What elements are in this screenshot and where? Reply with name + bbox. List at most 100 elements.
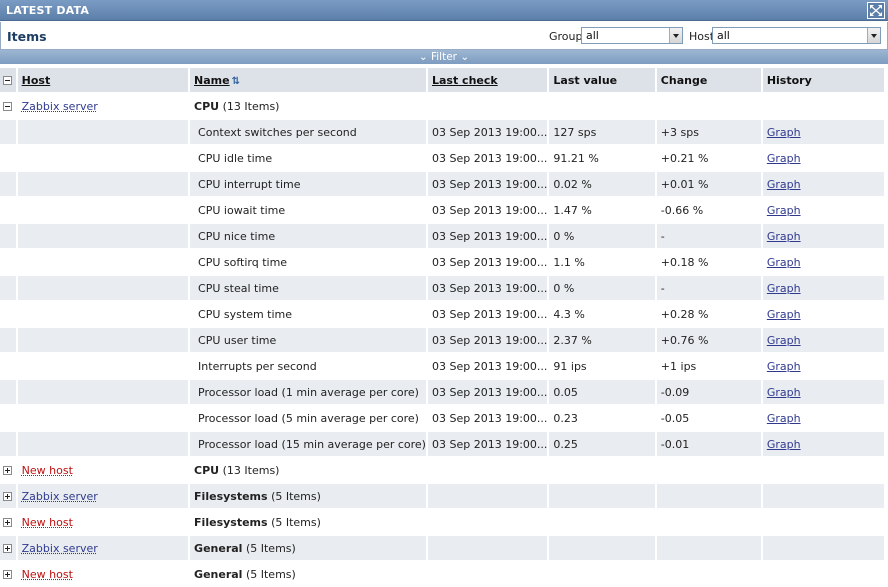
table-row: Context switches per second 03 Sep 2013 1… xyxy=(0,120,884,144)
last-value: 127 sps xyxy=(549,120,655,144)
group-select[interactable]: all xyxy=(581,27,683,44)
empty-cell xyxy=(656,510,761,534)
sort-host-link[interactable]: Host xyxy=(22,74,51,87)
row-spacer xyxy=(0,172,16,196)
sort-ascending-icon: ⇅ xyxy=(231,75,240,87)
last-value: 0.05 xyxy=(549,380,655,404)
sort-name-link[interactable]: Name xyxy=(194,74,230,87)
empty-cell xyxy=(427,510,548,534)
last-check: 03 Sep 2013 19:00... xyxy=(427,120,548,144)
row-host-cell xyxy=(17,354,189,378)
item-name: CPU interrupt time xyxy=(190,172,426,196)
row-spacer xyxy=(0,354,16,378)
change-value: +1 ips xyxy=(656,354,761,378)
header-name[interactable]: Name ⇅ xyxy=(190,68,426,92)
header-host[interactable]: Host xyxy=(17,68,189,92)
last-value: 2.37 % xyxy=(549,328,655,352)
expand-toggle[interactable] xyxy=(0,458,16,482)
item-name: CPU steal time xyxy=(190,276,426,300)
row-spacer xyxy=(0,224,16,248)
row-host-cell xyxy=(17,250,189,274)
empty-cell xyxy=(427,536,548,560)
history-cell: Graph xyxy=(762,328,884,352)
graph-link[interactable]: Graph xyxy=(767,334,801,347)
empty-cell xyxy=(656,484,761,508)
row-spacer xyxy=(0,198,16,222)
row-host-cell xyxy=(17,172,189,196)
row-host-cell xyxy=(17,406,189,430)
host-link[interactable]: Zabbix server xyxy=(22,490,98,503)
expand-toggle[interactable] xyxy=(0,536,16,560)
graph-link[interactable]: Graph xyxy=(767,360,801,373)
graph-link[interactable]: Graph xyxy=(767,282,801,295)
host-select[interactable]: all xyxy=(712,27,881,44)
graph-link[interactable]: Graph xyxy=(767,412,801,425)
items-heading: Items xyxy=(7,29,47,44)
fullscreen-icon[interactable] xyxy=(867,2,885,19)
host-cell: New host xyxy=(17,458,189,482)
row-spacer xyxy=(0,406,16,430)
last-value: 4.3 % xyxy=(549,302,655,326)
table-row: Processor load (15 min average per core)… xyxy=(0,432,884,456)
table-row: Interrupts per second 03 Sep 2013 19:00..… xyxy=(0,354,884,378)
item-name: Processor load (1 min average per core) xyxy=(190,380,426,404)
graph-link[interactable]: Graph xyxy=(767,308,801,321)
empty-cell xyxy=(549,484,655,508)
host-cell: New host xyxy=(17,510,189,534)
row-spacer xyxy=(0,380,16,404)
graph-link[interactable]: Graph xyxy=(767,126,801,139)
history-cell: Graph xyxy=(762,302,884,326)
host-link[interactable]: New host xyxy=(22,568,73,581)
change-value: -0.01 xyxy=(656,432,761,456)
graph-link[interactable]: Graph xyxy=(767,230,801,243)
change-value: - xyxy=(656,224,761,248)
row-host-cell xyxy=(17,198,189,222)
graph-link[interactable]: Graph xyxy=(767,204,801,217)
history-cell: Graph xyxy=(762,354,884,378)
table-header-row: Host Name ⇅ Last check Last value Change … xyxy=(0,68,884,92)
history-cell: Graph xyxy=(762,172,884,196)
item-name: CPU system time xyxy=(190,302,426,326)
row-spacer xyxy=(0,432,16,456)
empty-cell xyxy=(427,562,548,586)
empty-cell xyxy=(762,562,884,586)
empty-cell xyxy=(549,536,655,560)
change-value: -0.66 % xyxy=(656,198,761,222)
expand-toggle[interactable] xyxy=(0,562,16,586)
empty-cell xyxy=(656,562,761,586)
history-cell: Graph xyxy=(762,250,884,274)
row-spacer xyxy=(0,276,16,300)
plus-icon xyxy=(3,492,12,501)
chevron-down-icon xyxy=(867,28,880,43)
application-name: Filesystems xyxy=(194,489,268,503)
empty-cell xyxy=(762,510,884,534)
graph-link[interactable]: Graph xyxy=(767,386,801,399)
row-host-cell xyxy=(17,276,189,300)
row-host-cell xyxy=(17,120,189,144)
graph-link[interactable]: Graph xyxy=(767,256,801,269)
application-name: General xyxy=(194,541,243,555)
chevron-down-icon: ⌄ xyxy=(460,51,470,63)
header-last-check[interactable]: Last check xyxy=(427,68,548,92)
chevron-down-icon xyxy=(669,28,682,43)
host-link[interactable]: New host xyxy=(22,516,73,529)
empty-cell xyxy=(427,484,548,508)
change-value: +0.21 % xyxy=(656,146,761,170)
sort-last-check-link[interactable]: Last check xyxy=(432,74,498,87)
graph-link[interactable]: Graph xyxy=(767,438,801,451)
application-cell: General (5 Items) xyxy=(190,536,426,560)
group-row: New host Filesystems (5 Items) xyxy=(0,510,884,534)
host-link[interactable]: New host xyxy=(22,464,73,477)
graph-link[interactable]: Graph xyxy=(767,152,801,165)
last-value: 91.21 % xyxy=(549,146,655,170)
graph-link[interactable]: Graph xyxy=(767,178,801,191)
filter-toggle[interactable]: ⌄ Filter ⌄ xyxy=(0,50,888,64)
host-link[interactable]: Zabbix server xyxy=(22,542,98,555)
host-link[interactable]: Zabbix server xyxy=(22,100,98,113)
expand-toggle[interactable] xyxy=(0,484,16,508)
last-value: 91 ips xyxy=(549,354,655,378)
collapse-toggle[interactable] xyxy=(0,94,16,118)
expand-toggle[interactable] xyxy=(0,510,16,534)
collapse-all-toggle[interactable] xyxy=(0,68,16,92)
group-label: Group xyxy=(549,30,583,43)
